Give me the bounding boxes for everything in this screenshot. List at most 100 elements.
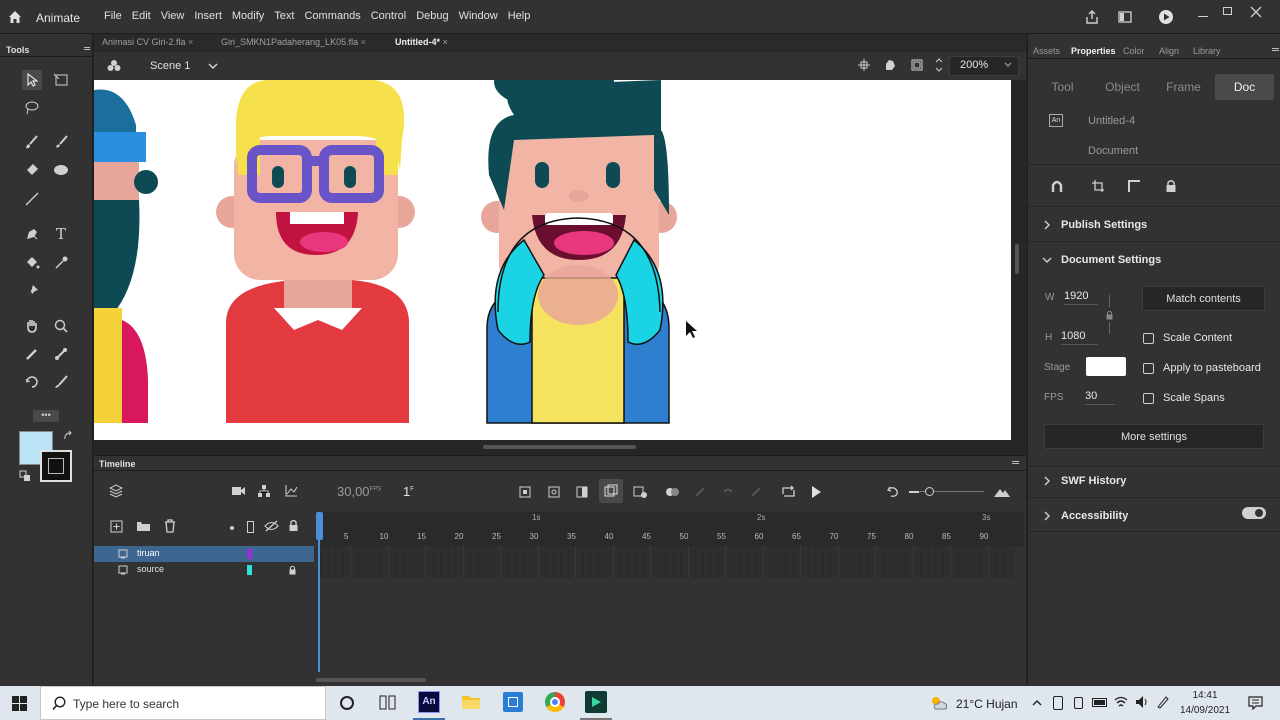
loop-icon[interactable] <box>781 485 796 499</box>
subtab-object[interactable]: Object <box>1093 74 1152 100</box>
camera-icon[interactable] <box>231 485 246 497</box>
chrome-icon[interactable] <box>545 692 565 712</box>
tab-library[interactable]: Library <box>1193 46 1221 56</box>
layer-name[interactable]: tiruan <box>137 548 160 558</box>
zoom-out-timeline[interactable] <box>909 491 919 493</box>
animate-app-icon[interactable]: An <box>418 691 440 713</box>
apply-pasteboard-checkbox[interactable] <box>1143 363 1154 374</box>
match-contents-button[interactable]: Match contents <box>1142 286 1265 311</box>
pen-tool-icon[interactable] <box>22 224 42 244</box>
volume-icon[interactable] <box>1135 695 1149 709</box>
panel-menu-icon[interactable] <box>1272 48 1279 49</box>
layer-color-marker[interactable] <box>247 549 252 559</box>
doc-tab[interactable]: Animasi CV Giri-2.fla × <box>102 37 193 47</box>
zoom-stepper[interactable] <box>934 56 944 74</box>
share-icon[interactable] <box>1084 9 1100 25</box>
menu-item-commands[interactable]: Commands <box>304 10 360 22</box>
publish-settings-header[interactable]: Publish Settings <box>1061 219 1147 231</box>
tab-assets[interactable]: Assets <box>1033 46 1060 56</box>
playhead[interactable] <box>316 512 323 540</box>
taskbar-search[interactable]: Type here to search <box>40 686 326 720</box>
frame-grid[interactable] <box>320 546 1014 578</box>
current-frame[interactable]: 1F <box>403 484 414 499</box>
text-tool-icon[interactable]: T <box>51 224 71 244</box>
folder-icon[interactable] <box>136 520 151 532</box>
phone-icon[interactable] <box>1074 697 1083 709</box>
paint-brush-tool-icon[interactable] <box>22 132 42 152</box>
stage-color-swatch[interactable] <box>1086 357 1126 376</box>
zoom-value[interactable]: 200% <box>960 59 988 71</box>
test-movie-icon[interactable] <box>1158 9 1174 25</box>
pin-tool-icon[interactable] <box>22 281 42 301</box>
doc-tab[interactable]: Giri_SMKN1Padaherang_LK05.fla × <box>221 37 366 47</box>
menu-item-debug[interactable]: Debug <box>416 10 448 22</box>
layer-row-selected[interactable]: tiruan <box>94 546 314 562</box>
menu-item-control[interactable]: Control <box>371 10 406 22</box>
clock-date[interactable]: 14/09/2021 <box>1178 705 1232 716</box>
layer-color-marker[interactable] <box>247 565 252 575</box>
timeline-zoom-thumb[interactable] <box>925 487 934 496</box>
line-tool-icon[interactable] <box>22 189 42 209</box>
workspace-icon[interactable] <box>1117 9 1133 25</box>
chevron-right-icon[interactable] <box>1043 220 1051 230</box>
rotate-tool-icon[interactable] <box>22 372 42 392</box>
accessibility-toggle[interactable] <box>1242 507 1266 519</box>
close-icon[interactable] <box>1250 6 1262 18</box>
width-field[interactable]: 1920 <box>1064 290 1088 302</box>
corner-icon[interactable] <box>1127 179 1141 193</box>
swf-history-header[interactable]: SWF History <box>1061 475 1126 487</box>
menu-item-file[interactable]: File <box>104 10 122 22</box>
chevron-up-icon[interactable] <box>1032 699 1042 706</box>
edit-symbols-icon[interactable] <box>883 58 897 72</box>
insert-keyframe-icon[interactable] <box>519 486 531 498</box>
weather-text[interactable]: 21°C Hujan <box>956 697 1018 711</box>
new-layer-icon[interactable] <box>110 520 123 533</box>
menu-item-help[interactable]: Help <box>508 10 531 22</box>
menu-item-window[interactable]: Window <box>459 10 498 22</box>
pen-workspace-icon[interactable] <box>1156 695 1170 709</box>
layer-row[interactable]: source <box>94 562 314 578</box>
file-explorer-icon[interactable] <box>461 693 481 711</box>
stage-scrollbar-horizontal[interactable] <box>483 445 636 449</box>
menu-item-view[interactable]: View <box>161 10 185 22</box>
frame-ruler[interactable]: 1s 2s 3s 5 10 15 20 25 30 35 40 45 50 55 60 65 70 75 80 85… <box>320 512 1024 547</box>
lock-all-icon[interactable] <box>288 519 299 532</box>
center-stage-icon[interactable] <box>857 58 871 72</box>
timeline-scrollbar[interactable] <box>316 678 426 682</box>
constrain-lock-icon[interactable] <box>1105 310 1114 320</box>
store-icon[interactable] <box>503 692 523 712</box>
eraser-tool-icon[interactable] <box>22 160 42 180</box>
play-icon[interactable] <box>810 485 822 499</box>
chevron-down-icon[interactable] <box>208 62 218 70</box>
highlight-layers-icon[interactable] <box>230 526 234 530</box>
scale-content-checkbox[interactable] <box>1143 333 1154 344</box>
scene-icon[interactable] <box>106 58 122 74</box>
paint-bucket-tool-icon[interactable] <box>22 253 42 273</box>
edit-multiple-frames-icon[interactable] <box>633 486 647 498</box>
lasso-tool-icon[interactable] <box>22 98 42 118</box>
home-icon[interactable] <box>7 9 23 25</box>
undo-icon[interactable] <box>886 485 900 499</box>
menu-item-insert[interactable]: Insert <box>194 10 222 22</box>
panel-menu-icon[interactable] <box>1012 461 1019 462</box>
graph-icon[interactable] <box>284 484 298 498</box>
eyedropper-tool-icon[interactable] <box>51 253 71 273</box>
hide-all-icon[interactable] <box>264 520 279 532</box>
weather-icon[interactable] <box>929 695 949 711</box>
subtab-doc[interactable]: Doc <box>1215 74 1274 100</box>
tab-properties[interactable]: Properties <box>1071 46 1116 56</box>
insert-frame-icon[interactable] <box>576 486 588 498</box>
outline-icon[interactable] <box>247 521 254 533</box>
menu-item-edit[interactable]: Edit <box>132 10 151 22</box>
notification-icon[interactable] <box>1248 696 1263 710</box>
wifi-icon[interactable] <box>1114 695 1128 709</box>
tab-color[interactable]: Color <box>1123 46 1145 56</box>
tween-icon[interactable] <box>665 486 679 498</box>
free-transform-tool-icon[interactable] <box>51 70 71 90</box>
delete-icon[interactable] <box>164 519 176 533</box>
fps-value[interactable]: 30,00FPS <box>337 484 381 499</box>
chevron-right-icon[interactable] <box>1043 476 1051 486</box>
task-view-icon[interactable] <box>379 695 396 710</box>
scene-label[interactable]: Scene 1 <box>150 60 190 72</box>
swap-colors-icon[interactable] <box>62 430 74 442</box>
